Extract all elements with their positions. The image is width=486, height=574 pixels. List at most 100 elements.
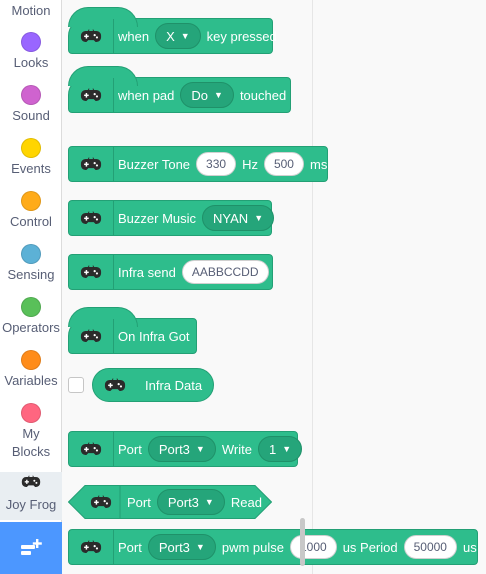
- operators-color-dot: [21, 297, 41, 317]
- port-value: Port3: [167, 494, 199, 510]
- category-label: Joy Frog: [5, 497, 57, 512]
- category-label: Looks: [13, 55, 49, 70]
- on-infra-got-block[interactable]: On Infra Got: [68, 307, 197, 354]
- caret-down-icon: ▼: [180, 31, 190, 41]
- category-operators[interactable]: Operators: [0, 297, 62, 337]
- block-text: pwm pulse: [221, 539, 284, 555]
- gamepad-icon: [69, 78, 114, 112]
- category-label: My Blocks: [11, 426, 51, 459]
- buzzer-music-block[interactable]: Buzzer Music NYAN ▼: [68, 200, 275, 236]
- flyout-scrollbar[interactable]: [300, 518, 305, 566]
- category-control[interactable]: Control: [0, 191, 62, 231]
- block-text: Port: [127, 494, 151, 510]
- add-extension-button[interactable]: [0, 522, 62, 574]
- frequency-input[interactable]: 330: [196, 152, 237, 176]
- infra-data-reporter[interactable]: Infra Data: [92, 368, 214, 402]
- my-blocks-color-dot: [21, 403, 41, 423]
- key-value: X: [166, 28, 175, 44]
- pad-value: Do: [191, 87, 209, 103]
- looks-color-dot: [21, 32, 41, 52]
- caret-down-icon: ▼: [204, 497, 214, 507]
- block-text: when pad: [118, 87, 175, 103]
- block-text: us Period: [342, 539, 398, 555]
- category-my-blocks[interactable]: My Blocks: [0, 403, 62, 461]
- gamepad-icon: [69, 530, 114, 564]
- infra-value-input[interactable]: AABBCCDD: [181, 260, 269, 284]
- music-dropdown[interactable]: NYAN ▼: [202, 205, 275, 231]
- block-text: key pressed: [206, 28, 277, 44]
- category-events[interactable]: Events: [0, 138, 62, 178]
- category-menu: Motion Looks Sound Events Control Sensin…: [0, 0, 62, 574]
- caret-down-icon: ▼: [195, 444, 205, 454]
- gamepad-icon: [90, 495, 112, 510]
- block-text: us: [462, 539, 477, 555]
- control-color-dot: [21, 191, 41, 211]
- sensing-color-dot: [21, 244, 41, 264]
- block-text: On Infra Got: [118, 328, 190, 344]
- caret-down-icon: ▼: [195, 542, 205, 552]
- music-value: NYAN: [213, 210, 249, 226]
- block-text: Write: [221, 441, 252, 457]
- block-text: ms: [309, 156, 328, 172]
- duration-input[interactable]: 500: [263, 152, 304, 176]
- gamepad-icon: [69, 201, 114, 235]
- period-input[interactable]: 50000: [403, 535, 457, 559]
- block-text: Buzzer Tone: [118, 156, 191, 172]
- category-label: Control: [10, 214, 52, 229]
- block-text: Port: [118, 539, 142, 555]
- add-extension-icon: [21, 539, 42, 555]
- caret-down-icon: ▼: [254, 213, 264, 223]
- category-label: Sensing: [7, 267, 55, 282]
- port-dropdown[interactable]: Port3 ▼: [147, 436, 216, 462]
- gamepad-icon: [93, 369, 137, 401]
- when-pad-touched-block[interactable]: when pad Do ▼ touched: [68, 66, 291, 113]
- block-text: Port: [118, 441, 142, 457]
- when-key-pressed-block[interactable]: when X ▼ key pressed: [68, 7, 277, 54]
- pad-dropdown[interactable]: Do ▼: [180, 82, 234, 108]
- category-motion[interactable]: Motion: [0, 2, 62, 20]
- port-write-block[interactable]: Port Port3 ▼ Write 1 ▼: [68, 431, 303, 467]
- block-text: Read: [230, 494, 262, 510]
- block-text: Buzzer Music: [118, 210, 197, 226]
- category-label: Sound: [12, 108, 50, 123]
- buzzer-tone-block[interactable]: Buzzer Tone 330 Hz 500 ms: [68, 146, 328, 182]
- category-label: Variables: [4, 373, 58, 388]
- category-label: Operators: [2, 320, 60, 335]
- port-read-block[interactable]: Port Port3 ▼ Read: [90, 489, 262, 515]
- category-variables[interactable]: Variables: [0, 350, 62, 390]
- gamepad-icon: [69, 147, 114, 181]
- category-label: Events: [11, 161, 51, 176]
- sound-color-dot: [21, 85, 41, 105]
- block-text: when: [118, 28, 150, 44]
- category-sensing[interactable]: Sensing: [0, 244, 62, 284]
- port-value: Port3: [158, 539, 190, 555]
- caret-down-icon: ▼: [214, 90, 223, 100]
- caret-down-icon: ▼: [282, 444, 292, 454]
- port-dropdown[interactable]: Port3 ▼: [156, 489, 225, 515]
- category-looks[interactable]: Looks: [0, 32, 62, 72]
- gamepad-icon: [69, 319, 114, 353]
- block-text: touched: [239, 87, 287, 103]
- pwm-pulse-block[interactable]: Port Port3 ▼ pwm pulse 1000 us Period 500…: [68, 529, 478, 565]
- port-value: Port3: [158, 441, 190, 457]
- block-text: Infra Data: [145, 377, 203, 393]
- script-workspace[interactable]: [312, 0, 486, 574]
- block-text: Infra send: [118, 264, 176, 280]
- category-sound[interactable]: Sound: [0, 85, 62, 125]
- key-dropdown[interactable]: X ▼: [155, 23, 201, 49]
- port-dropdown[interactable]: Port3 ▼: [147, 534, 216, 560]
- infra-send-block[interactable]: Infra send AABBCCDD: [68, 254, 273, 290]
- category-joy-frog[interactable]: Joy Frog: [0, 472, 62, 520]
- write-value: 1: [268, 441, 277, 457]
- infra-data-checkbox[interactable]: [68, 377, 84, 393]
- gamepad-icon: [0, 474, 62, 496]
- pulse-input[interactable]: 1000: [289, 535, 337, 559]
- write-value-dropdown[interactable]: 1 ▼: [257, 436, 303, 462]
- category-label: Motion: [11, 3, 51, 18]
- gamepad-icon: [69, 255, 114, 289]
- events-color-dot: [21, 138, 41, 158]
- block-text: Hz: [242, 156, 258, 172]
- gamepad-icon: [69, 19, 114, 53]
- gamepad-icon: [69, 432, 114, 466]
- variables-color-dot: [21, 350, 41, 370]
